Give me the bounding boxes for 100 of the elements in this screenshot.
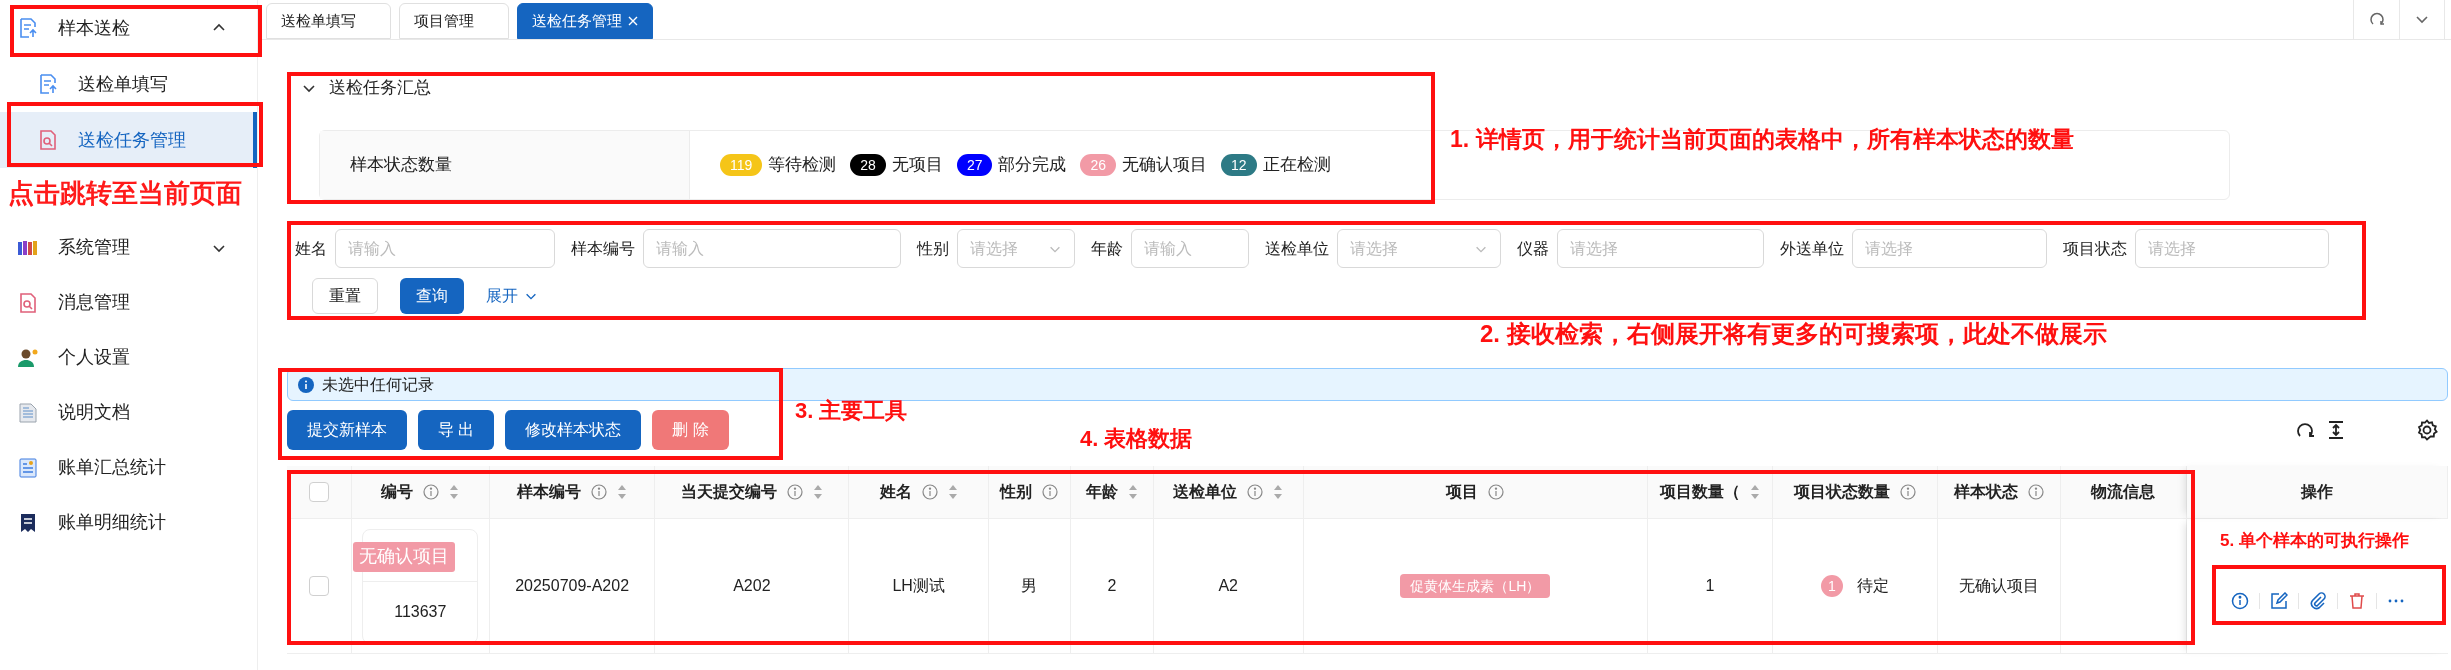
table-cell-text: 1 <box>1705 576 1715 596</box>
count-badge: 27 <box>956 154 993 176</box>
table-cell-text: A2 <box>1218 576 1238 596</box>
menu-item[interactable]: 样本送检 <box>0 0 257 56</box>
status-label: 正在检测 <box>1262 154 1331 177</box>
annotation-text: 5. 单个样本的可执行操作 <box>2220 532 2409 549</box>
annotation-text: 1. 详情页，用于统计当前页面的表格中，所有样本状态的数量 <box>1450 128 2074 151</box>
status-label: 部分完成 <box>998 154 1067 177</box>
column-header: 姓名 <box>879 482 912 502</box>
menu-item[interactable]: 账单汇总统计 <box>0 440 257 495</box>
checkbox[interactable] <box>308 576 329 596</box>
checkbox[interactable] <box>308 482 329 502</box>
settings-icon[interactable] <box>2416 419 2438 441</box>
info-icon <box>591 484 608 500</box>
field-label: 送检单位 <box>1265 238 1329 259</box>
count-badge: 1 <box>1820 575 1843 597</box>
column-header: 性别 <box>1000 482 1033 502</box>
menu-item[interactable]: 送检任务管理 <box>0 112 257 168</box>
status-label: 无确认项目 <box>1122 154 1208 177</box>
column-header: 物流信息 <box>2091 482 2156 502</box>
column-header: 项目 <box>1446 482 1479 502</box>
receipt-icon <box>20 512 36 533</box>
toolbar-button[interactable]: 修改样本状态 <box>505 410 642 450</box>
annotation-text: 点击跳转至当前页面 <box>8 177 242 211</box>
menu-item[interactable]: 账单明细统计 <box>0 495 257 550</box>
count-badge: 12 <box>1221 154 1257 176</box>
form-icon <box>19 18 37 38</box>
column-header: 送检单位 <box>1173 482 1238 502</box>
annotation-text: 2. 接收检索，右侧展开将有更多的可搜索项，此处不做展示 <box>1480 322 2107 346</box>
tab[interactable]: 送检任务管理 <box>517 3 653 39</box>
menu-item[interactable]: 送检单填写 <box>0 56 257 112</box>
column-height-icon[interactable] <box>2326 420 2346 440</box>
search-button[interactable]: 查询 <box>400 278 464 314</box>
sort-icon[interactable] <box>1273 483 1284 501</box>
menu-item[interactable]: 说明文档 <box>0 385 257 440</box>
alert-text: 未选中任何记录 <box>322 374 434 395</box>
count-badge: 119 <box>720 154 763 176</box>
tab[interactable]: 项目管理 <box>399 3 509 39</box>
refresh-icon <box>2368 11 2385 27</box>
column-header: 年龄 <box>1085 482 1118 502</box>
toolbar-button[interactable]: 导 出 <box>418 410 495 450</box>
info-icon <box>786 484 803 500</box>
status-label: 无项目 <box>891 154 943 177</box>
close-icon[interactable] <box>628 16 638 26</box>
info-icon <box>1247 484 1264 500</box>
table-cell-text: 无确认项目 <box>1958 576 2039 596</box>
info-icon <box>2027 484 2044 500</box>
count-badge: 26 <box>1080 154 1117 176</box>
expand-link[interactable]: 展开 <box>486 278 538 314</box>
field-label: 项目状态 <box>2063 238 2127 259</box>
info-icon[interactable] <box>2230 592 2249 610</box>
menu-item[interactable]: 系统管理 <box>0 220 257 275</box>
project-tag: 促黄体生成素（LH） <box>1400 574 1551 598</box>
field-label: 样本状态数量 <box>320 131 690 199</box>
sort-icon[interactable] <box>947 483 958 501</box>
info-icon <box>1488 484 1505 500</box>
column-header: 操作 <box>2301 482 2334 502</box>
person-icon <box>17 347 39 368</box>
column-header: 项目状态数量 <box>1793 482 1890 502</box>
reset-button[interactable]: 重置 <box>312 278 378 314</box>
document-search-icon <box>39 130 57 150</box>
sort-icon[interactable] <box>617 483 628 501</box>
annotation-text: 3. 主要工具 <box>795 400 908 422</box>
field-label: 姓名 <box>295 238 327 259</box>
reload-icon[interactable] <box>2295 420 2315 440</box>
status-tag: 无确认项目 <box>353 541 456 572</box>
menu-item[interactable]: 个人设置 <box>0 330 257 385</box>
sort-icon[interactable] <box>1750 483 1761 501</box>
count-badge: 28 <box>850 154 886 176</box>
table-cell-text: 2 <box>1107 576 1117 596</box>
table-cell-text: 20250709-A202 <box>515 576 630 596</box>
table-cell-text: LH测试 <box>892 576 945 596</box>
table-cell-text: 113637 <box>394 602 447 622</box>
sort-icon[interactable] <box>812 483 823 501</box>
column-header: 编号 <box>381 482 414 502</box>
sort-icon[interactable] <box>1127 483 1138 501</box>
form-icon <box>39 74 57 94</box>
field-label: 样本编号 <box>571 238 635 259</box>
delete-icon[interactable] <box>2347 592 2366 610</box>
field-label: 性别 <box>917 238 949 259</box>
books-icon <box>17 238 39 257</box>
table-cell-text: 待定 <box>1856 576 1889 596</box>
annotation-text: 4. 表格数据 <box>1080 428 1193 450</box>
toolbar-button[interactable]: 提交新样本 <box>287 410 407 450</box>
paperclip-icon[interactable] <box>2308 592 2327 610</box>
edit-icon[interactable] <box>2269 592 2288 610</box>
bill-icon <box>19 457 37 478</box>
field-label: 仪器 <box>1517 238 1549 259</box>
document-search-icon <box>19 292 37 313</box>
collapse-header[interactable]: 送检任务汇总 <box>287 70 2448 106</box>
info-icon <box>423 484 440 500</box>
info-icon <box>921 484 938 500</box>
info-icon <box>298 376 314 393</box>
tab[interactable]: 送检单填写 <box>266 3 391 39</box>
status-label: 等待检测 <box>768 154 837 177</box>
column-header: 项目数量（ <box>1660 482 1741 502</box>
info-icon <box>1042 484 1059 500</box>
sort-icon[interactable] <box>449 483 460 501</box>
menu-item[interactable]: 消息管理 <box>0 275 257 330</box>
column-header: 样本编号 <box>517 482 582 502</box>
